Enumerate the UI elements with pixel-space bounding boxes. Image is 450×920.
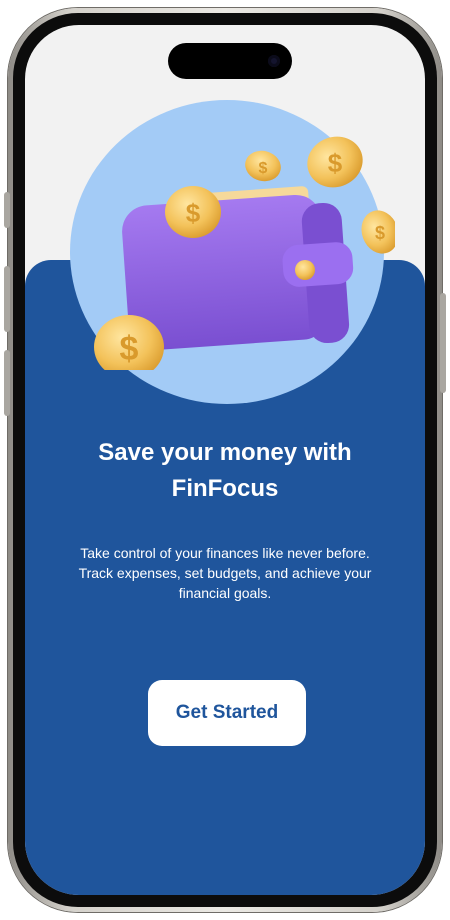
coin-icon: $ — [245, 150, 281, 182]
wallet-clasp — [282, 242, 354, 287]
svg-text:$: $ — [120, 330, 139, 368]
get-started-button[interactable]: Get Started — [148, 680, 306, 746]
svg-text:$: $ — [259, 160, 268, 177]
coin-icon: $ — [165, 186, 221, 238]
coin-icon: $ — [307, 136, 363, 188]
svg-text:$: $ — [186, 198, 201, 228]
svg-text:$: $ — [375, 223, 385, 243]
bezel: $ $ $ $ $ Save your money with FinFocus … — [13, 13, 437, 907]
volume-down-button — [4, 350, 10, 416]
phone-frame: $ $ $ $ $ Save your money with FinFocus … — [4, 8, 446, 912]
front-camera-icon — [268, 55, 280, 67]
action-button — [4, 192, 10, 228]
onboarding-title: Save your money with FinFocus — [98, 439, 352, 502]
wallet-button — [295, 260, 315, 280]
volume-up-button — [4, 266, 10, 332]
power-button — [440, 293, 446, 393]
onboarding-subtitle: Take control of your finances like never… — [78, 545, 372, 601]
wallet-with-coins-icon: $ $ $ $ $ — [94, 136, 395, 370]
svg-text:$: $ — [328, 148, 343, 178]
dynamic-island — [168, 43, 292, 79]
app-screen: $ $ $ $ $ Save your money with FinFocus … — [25, 25, 425, 895]
coin-icon: $ — [361, 210, 395, 254]
